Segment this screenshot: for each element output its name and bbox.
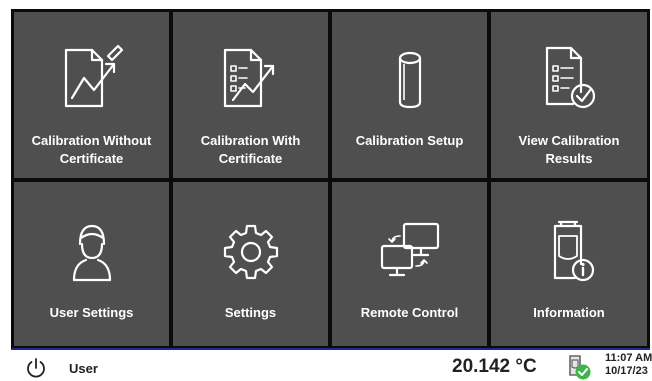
device-status-icon[interactable] — [564, 353, 594, 381]
power-icon[interactable] — [25, 357, 47, 379]
document-checkmark-icon — [545, 46, 596, 109]
tile-label: Calibration Without Certificate — [31, 133, 152, 166]
temperature-readout: 20.142 °C — [452, 356, 537, 377]
time-text: 11:07 AM — [605, 352, 652, 364]
menu-grid: Calibration Without Certificate Calibrat… — [11, 9, 650, 348]
tile-settings[interactable]: Settings — [173, 182, 328, 346]
tile-label: Remote Control — [360, 305, 459, 320]
tile-label: User Settings — [49, 305, 134, 320]
gear-icon — [223, 224, 278, 280]
tile-label: Calibration With Certificate — [200, 133, 301, 166]
status-bar: User 20.142 °C 11:07 AM 10/17/23 — [11, 348, 652, 381]
user-icon — [72, 224, 111, 282]
date-text: 10/17/23 — [605, 365, 648, 377]
document-chart-pen-icon — [64, 44, 123, 108]
tile-label: Calibration Setup — [355, 133, 464, 148]
tile-information[interactable]: Information — [491, 182, 647, 346]
clock: 11:07 AM 10/17/23 — [605, 352, 652, 378]
document-list-chart-icon — [223, 48, 274, 108]
monitors-sync-icon — [380, 222, 439, 277]
tile-calibration-setup[interactable]: Calibration Setup — [332, 12, 487, 178]
user-name[interactable]: User — [69, 361, 98, 376]
tile-calibration-with-certificate[interactable]: Calibration With Certificate — [173, 12, 328, 178]
tile-remote-control[interactable]: Remote Control — [332, 182, 487, 346]
cylinder-icon — [398, 51, 421, 109]
device-info-icon — [553, 220, 595, 282]
tile-label: Settings — [224, 305, 277, 320]
tile-label: View Calibration Results — [518, 133, 620, 166]
tile-user-settings[interactable]: User Settings — [14, 182, 169, 346]
tile-view-calibration-results[interactable]: View Calibration Results — [491, 12, 647, 178]
tile-label: Information — [533, 305, 605, 320]
tile-calibration-without-certificate[interactable]: Calibration Without Certificate — [14, 12, 169, 178]
